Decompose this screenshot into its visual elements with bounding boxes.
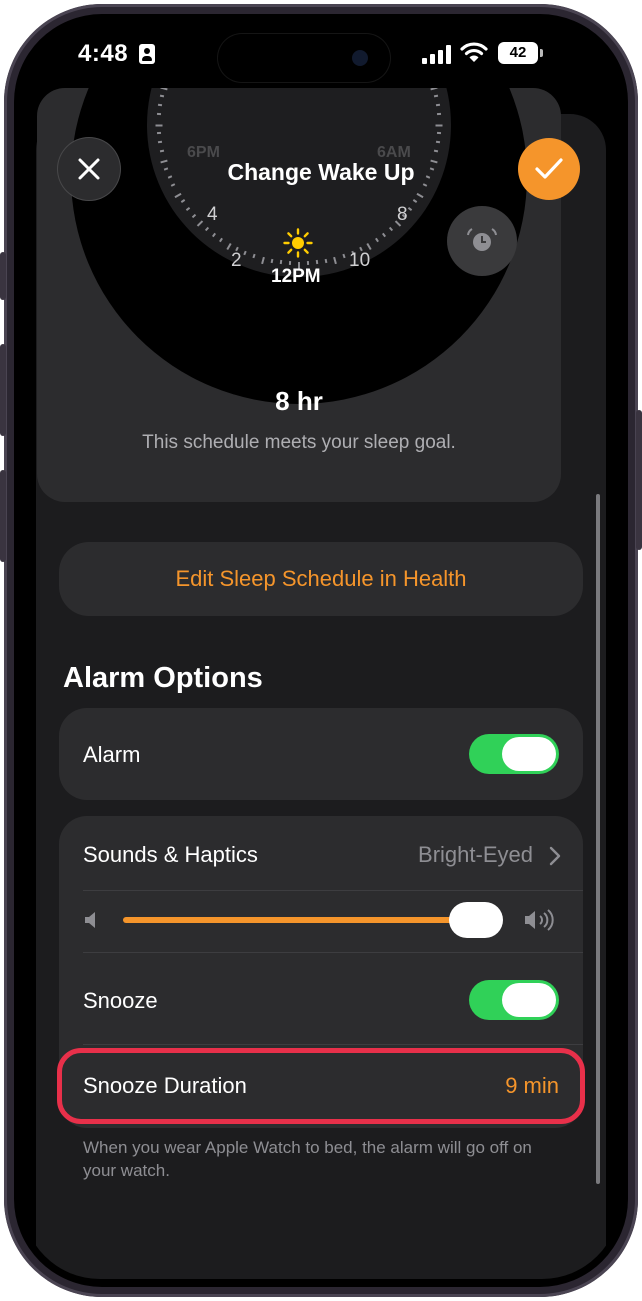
volume-slider-thumb[interactable] (449, 902, 504, 938)
dial-tick (174, 192, 182, 198)
dial-tick (243, 250, 248, 256)
dial-tick (185, 206, 191, 211)
wake-up-handle[interactable] (447, 206, 517, 276)
dial-tick (211, 232, 216, 237)
scrollbar[interactable] (596, 494, 600, 1184)
dial-tick (434, 149, 439, 153)
schedule-card: 6PM 6AM 4 8 2 10 12PM 8 hr This schedule… (37, 88, 561, 502)
volume-slider-track[interactable] (123, 917, 477, 923)
sounds-haptics-label: Sounds & Haptics (83, 842, 258, 867)
focus-person-icon (139, 44, 155, 64)
divider (83, 1044, 583, 1045)
edit-sleep-schedule-button[interactable]: Edit Sleep Schedule in Health (59, 542, 583, 616)
dial-tick (204, 226, 209, 231)
dial-tick (157, 131, 162, 134)
dial-tick (155, 124, 163, 126)
dial-tick (252, 253, 256, 259)
dial-tick (389, 226, 394, 231)
dial-tick (288, 261, 291, 266)
dial-tick (324, 258, 328, 263)
dial-tick (196, 220, 204, 228)
chevron-right-icon (549, 846, 561, 866)
dial-label-noon: 12PM (271, 266, 321, 287)
alarm-toggle[interactable] (469, 734, 559, 774)
dial-tick (435, 140, 440, 144)
dial-tick (374, 237, 379, 243)
snooze-duration-highlight (57, 1048, 585, 1124)
toggle-knob (502, 737, 556, 771)
dial-tick (307, 261, 310, 266)
alarm-options-heading: Alarm Options (63, 662, 263, 694)
side-button (636, 410, 642, 550)
dial-tick (382, 232, 387, 237)
dial-tick (158, 103, 163, 107)
action-button (0, 252, 6, 300)
dial-tick (157, 113, 162, 116)
sleep-goal-text: This schedule meets your sleep goal. (142, 432, 456, 453)
camera-icon (352, 50, 368, 66)
dial-tick (226, 242, 232, 250)
divider (83, 952, 583, 953)
divider (83, 890, 583, 891)
volume-low-icon (85, 912, 95, 928)
dial-tick (159, 94, 164, 98)
dial-label-2: 2 (231, 250, 242, 271)
dial-tick (270, 258, 274, 263)
cellular-signal-icon (422, 44, 452, 64)
dial-tick (159, 149, 164, 153)
dial-tick (435, 124, 443, 126)
dial-tick (260, 256, 265, 264)
dynamic-island (218, 34, 390, 82)
battery-indicator: 42 (498, 42, 543, 64)
dial-tick (436, 113, 441, 116)
sounds-haptics-value[interactable]: Bright-Eyed (418, 842, 533, 868)
dial-tick (180, 199, 185, 204)
dial-tick (191, 213, 196, 218)
dial-tick (219, 237, 224, 243)
volume-high-icon (525, 909, 554, 931)
dial-label-4: 4 (207, 204, 218, 225)
volume-up-button (0, 344, 6, 436)
dial-tick (158, 140, 163, 144)
dial-tick (333, 256, 338, 264)
dial-tick (316, 260, 319, 265)
dial-tick (416, 192, 424, 198)
snooze-toggle[interactable] (469, 980, 559, 1020)
dial-tick (413, 199, 418, 204)
dial-tick (342, 253, 346, 259)
dial-label-8: 8 (397, 204, 408, 225)
dial-tick (366, 242, 372, 250)
checkmark-icon (535, 158, 563, 179)
apple-watch-footnote: When you wear Apple Watch to bed, the al… (83, 1138, 532, 1180)
dial-tick (430, 88, 438, 91)
sleep-duration: 8 hr (275, 386, 323, 416)
dial-tick (160, 88, 168, 91)
toggle-knob (502, 983, 556, 1017)
alarm-clock-icon (467, 228, 497, 251)
confirm-button[interactable] (518, 138, 580, 200)
status-time: 4:48 (78, 40, 129, 67)
sun-icon (283, 228, 313, 258)
dial-label-10: 10 (349, 250, 371, 271)
snooze-label: Snooze (83, 988, 158, 1013)
dial-tick (434, 94, 439, 98)
dial-tick (436, 131, 441, 134)
dial-tick (407, 206, 413, 211)
alarm-group: Alarm (59, 708, 583, 800)
alarm-label: Alarm (83, 742, 141, 767)
volume-down-button (0, 470, 6, 562)
dial-tick (435, 103, 440, 107)
wifi-icon (460, 42, 488, 62)
dial-tick (279, 260, 282, 265)
